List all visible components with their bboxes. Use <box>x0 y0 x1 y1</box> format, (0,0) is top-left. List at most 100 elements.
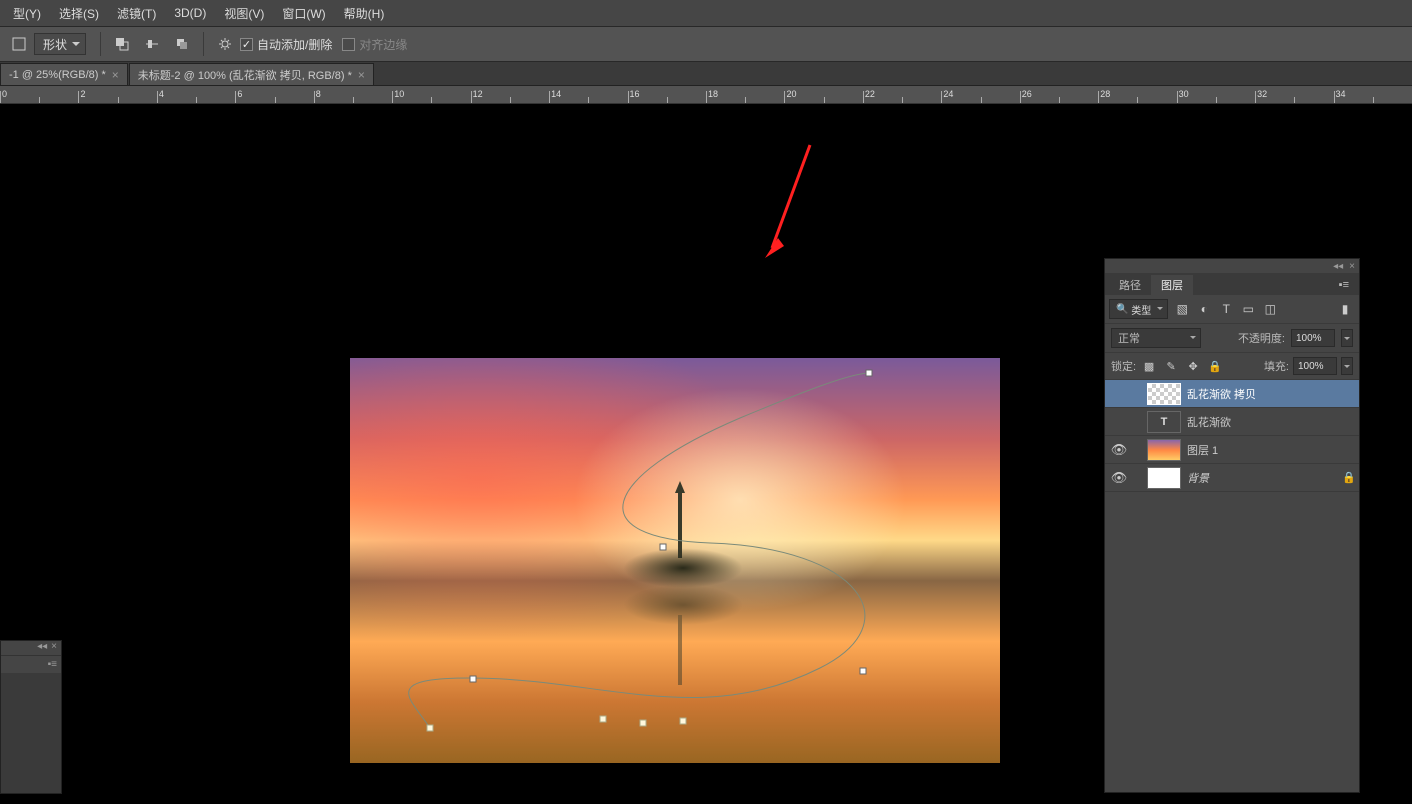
path-arrange-icon[interactable] <box>169 31 195 57</box>
layer-name[interactable]: 背景 <box>1187 470 1339 486</box>
menu-bar: 型(Y) 选择(S) 滤镜(T) 3D(D) 视图(V) 窗口(W) 帮助(H) <box>0 0 1412 26</box>
ruler-number: 20 <box>786 89 796 99</box>
ruler-number: 6 <box>237 89 242 99</box>
ruler-minor-tick <box>745 97 746 103</box>
layer-row[interactable]: 👁背景🔒 <box>1105 464 1359 492</box>
ruler-tick <box>1334 91 1335 103</box>
tab-layers[interactable]: 图层 <box>1151 275 1193 295</box>
align-edges-option[interactable]: 对齐边缘 <box>342 36 407 53</box>
layer-name[interactable]: 图层 1 <box>1187 442 1359 458</box>
close-icon[interactable]: × <box>112 68 119 82</box>
ruler-tick <box>392 91 393 103</box>
ruler-number: 10 <box>394 89 404 99</box>
auto-add-delete-option[interactable]: 自动添加/删除 <box>240 36 332 53</box>
lock-fill-row: 锁定: ▩ ✎ ✥ 🔒 填充: 100% <box>1105 353 1359 380</box>
mini-panel-body[interactable] <box>1 673 61 793</box>
layer-filter-type-dropdown[interactable]: 🔍 类型 <box>1109 299 1168 319</box>
close-icon[interactable]: × <box>1349 261 1355 272</box>
ruler-minor-tick <box>118 97 119 103</box>
layer-thumbnail[interactable] <box>1147 439 1181 461</box>
canvas-image[interactable] <box>350 358 1000 763</box>
layer-visibility-icon[interactable]: 👁 <box>1105 442 1133 458</box>
ruler-minor-tick <box>824 97 825 103</box>
fill-dropdown-icon[interactable] <box>1341 357 1353 375</box>
filter-pixel-icon[interactable]: ▧ <box>1172 299 1192 319</box>
layer-visibility-icon[interactable]: 👁 <box>1105 470 1133 486</box>
ruler-minor-tick <box>275 97 276 103</box>
filter-toggle-icon[interactable]: ▮ <box>1335 299 1355 319</box>
ruler-number: 18 <box>708 89 718 99</box>
menu-item-view[interactable]: 视图(V) <box>215 5 273 22</box>
path-align-icon[interactable] <box>139 31 165 57</box>
opacity-label: 不透明度: <box>1238 330 1285 346</box>
panel-header: ◂◂ × <box>1105 259 1359 273</box>
panel-collapse-icon[interactable]: ◂◂ <box>1333 261 1343 272</box>
fill-label: 填充: <box>1264 358 1289 374</box>
panel-menu-icon[interactable]: ▪≡ <box>48 659 57 670</box>
layer-thumbnail[interactable] <box>1147 467 1181 489</box>
layer-row[interactable]: T 乱花渐欲 <box>1105 408 1359 436</box>
horizontal-ruler: 024681012141618202224262830323436 <box>0 86 1412 104</box>
ruler-number: 30 <box>1179 89 1189 99</box>
ruler-tick <box>784 91 785 103</box>
close-icon[interactable]: × <box>358 68 365 82</box>
opacity-dropdown-icon[interactable] <box>1341 329 1353 347</box>
menu-item-filter[interactable]: 滤镜(T) <box>108 5 165 22</box>
ruler-minor-tick <box>196 97 197 103</box>
menu-item-window[interactable]: 窗口(W) <box>273 5 334 22</box>
menu-item-help[interactable]: 帮助(H) <box>335 5 394 22</box>
image-island <box>623 528 743 588</box>
opacity-input[interactable]: 100% <box>1291 329 1335 347</box>
layer-row[interactable]: 👁 图层 1 <box>1105 436 1359 464</box>
ruler-minor-tick <box>510 97 511 103</box>
ruler-tick <box>706 91 707 103</box>
gear-icon[interactable] <box>212 31 238 57</box>
ruler-tick <box>863 91 864 103</box>
layer-thumbnail[interactable] <box>1147 383 1181 405</box>
lock-transparency-icon[interactable]: ▩ <box>1140 357 1158 375</box>
options-bar: 形状 自动添加/删除 对齐边缘 <box>0 26 1412 62</box>
blend-mode-dropdown[interactable]: 正常 <box>1111 328 1201 348</box>
checkbox-unchecked-icon[interactable] <box>342 38 355 51</box>
menu-item-select[interactable]: 选择(S) <box>50 5 108 22</box>
ruler-tick <box>941 91 942 103</box>
ruler-number: 26 <box>1022 89 1032 99</box>
ruler-number: 16 <box>630 89 640 99</box>
ruler-tick <box>1177 91 1178 103</box>
filter-shape-icon[interactable]: ▭ <box>1238 299 1258 319</box>
shape-mode-dropdown[interactable]: 形状 <box>34 33 86 55</box>
lock-position-icon[interactable]: ✥ <box>1184 357 1202 375</box>
lock-all-icon[interactable]: 🔒 <box>1206 357 1224 375</box>
document-tab-1[interactable]: -1 @ 25%(RGB/8) * × <box>0 63 128 85</box>
layer-row[interactable]: 乱花渐欲 拷贝 <box>1105 380 1359 408</box>
tool-preset-icon[interactable] <box>6 31 32 57</box>
layer-name[interactable]: 乱花渐欲 <box>1187 414 1359 430</box>
document-tab-2[interactable]: 未标题-2 @ 100% (乱花渐欲 拷贝, RGB/8) * × <box>129 63 374 85</box>
panel-body: 🔍 类型 ▧ ◐ T ▭ ◫ ▮ 正常 不透明度: 100% 锁定: ▩ ✎ ✥ <box>1105 295 1359 792</box>
ruler-number: 22 <box>865 89 875 99</box>
panel-collapse-icon[interactable]: ◂◂ <box>37 641 47 655</box>
checkbox-checked-icon[interactable] <box>240 38 253 51</box>
panel-menu-icon[interactable]: ▪≡ <box>1329 275 1359 295</box>
lock-pixels-icon[interactable]: ✎ <box>1162 357 1180 375</box>
filter-smart-icon[interactable]: ◫ <box>1260 299 1280 319</box>
ruler-minor-tick <box>431 97 432 103</box>
fill-input[interactable]: 100% <box>1293 357 1337 375</box>
menu-item-type[interactable]: 型(Y) <box>4 5 50 22</box>
close-icon[interactable]: × <box>51 641 57 655</box>
document-tab-bar: -1 @ 25%(RGB/8) * × 未标题-2 @ 100% (乱花渐欲 拷… <box>0 62 1412 86</box>
separator <box>100 32 101 56</box>
layer-thumbnail[interactable]: T <box>1147 411 1181 433</box>
filter-text-icon[interactable]: T <box>1216 299 1236 319</box>
ruler-minor-tick <box>39 97 40 103</box>
ruler-number: 28 <box>1100 89 1110 99</box>
tab-paths[interactable]: 路径 <box>1109 275 1151 295</box>
path-combine-icon[interactable] <box>109 31 135 57</box>
ruler-tick <box>1255 91 1256 103</box>
ruler-number: 34 <box>1336 89 1346 99</box>
ruler-tick <box>471 91 472 103</box>
menu-item-3d[interactable]: 3D(D) <box>165 6 215 20</box>
layer-name[interactable]: 乱花渐欲 拷贝 <box>1187 386 1359 402</box>
ruler-number: 12 <box>473 89 483 99</box>
filter-adjustment-icon[interactable]: ◐ <box>1194 299 1214 319</box>
